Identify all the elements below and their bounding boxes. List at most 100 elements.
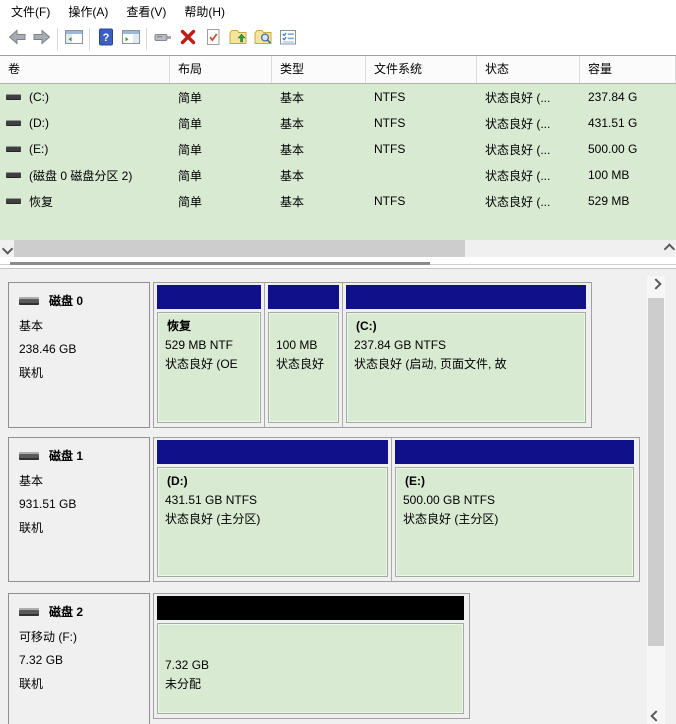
- folder-up-icon: [228, 27, 248, 50]
- help-button[interactable]: ?: [93, 26, 118, 51]
- partition-e[interactable]: (E:) 500.00 GB NTFS 状态良好 (主分区): [391, 438, 637, 581]
- horizontal-scrollbar-thumb[interactable]: [14, 240, 465, 257]
- toolbar-separator: [89, 28, 90, 50]
- partition-title: (C:): [354, 317, 578, 336]
- partition-color-bar: [157, 440, 388, 464]
- toolbar-separator: [57, 28, 58, 50]
- table-row-disk0-partition2[interactable]: (磁盘 0 磁盘分区 2) 简单 基本 状态良好 (... 100 MB: [0, 162, 676, 188]
- vertical-scrollbar-thumb[interactable]: [648, 298, 664, 646]
- volume-icon: [6, 120, 21, 126]
- partition-info: 431.51 GB NTFS: [165, 491, 380, 510]
- disk-kind: 可移动 (F:): [19, 628, 145, 645]
- check-document-icon: [203, 27, 223, 50]
- folder-search-button[interactable]: [250, 26, 275, 51]
- partition-d[interactable]: (D:) 431.51 GB NTFS 状态良好 (主分区): [154, 438, 391, 581]
- volume-status: 状态良好 (...: [477, 141, 580, 158]
- partition-status: 状态良好: [276, 355, 331, 374]
- partition-c[interactable]: (C:) 237.84 GB NTFS 状态良好 (启动, 页面文件, 故: [342, 283, 589, 427]
- volume-layout: 简单: [170, 89, 272, 106]
- vertical-scrollbar[interactable]: [647, 276, 665, 724]
- partition-title: 恢复: [165, 317, 253, 336]
- table-row-volume-c[interactable]: (C:) 简单 基本 NTFS 状态良好 (... 237.84 G: [0, 84, 676, 110]
- volume-capacity: 100 MB: [580, 168, 676, 182]
- disk1-info-card[interactable]: 磁盘 1 基本 931.51 GB 联机: [8, 437, 150, 582]
- volume-name: 恢复: [29, 193, 53, 210]
- menu-view[interactable]: 查看(V): [117, 0, 175, 23]
- partition-color-bar: [157, 285, 261, 309]
- check-document-button[interactable]: [200, 26, 225, 51]
- disk-icon: [19, 297, 39, 305]
- volume-name: (磁盘 0 磁盘分区 2): [29, 167, 132, 184]
- partition-info: 100 MB: [276, 336, 331, 355]
- partition-unallocated[interactable]: 7.32 GB 未分配: [154, 594, 467, 718]
- table-row-recovery[interactable]: 恢复 简单 基本 NTFS 状态良好 (... 529 MB: [0, 188, 676, 214]
- disk-size: 931.51 GB: [19, 497, 145, 511]
- disk2-info-card[interactable]: 磁盘 2 可移动 (F:) 7.32 GB 联机: [8, 593, 150, 724]
- volume-table-header: 卷 布局 类型 文件系统 状态 容量: [0, 56, 676, 84]
- console-tree-button[interactable]: [61, 26, 86, 51]
- delete-button[interactable]: [175, 26, 200, 51]
- splitter-grip: [10, 262, 430, 265]
- volume-status: 状态良好 (...: [477, 193, 580, 210]
- scroll-up-button[interactable]: [647, 276, 665, 292]
- folder-search-icon: [253, 27, 273, 50]
- volume-layout: 简单: [170, 167, 272, 184]
- pane-splitter[interactable]: [0, 257, 676, 268]
- volume-icon: [6, 94, 21, 100]
- partition-title: [276, 317, 331, 336]
- partition-color-bar: [268, 285, 339, 309]
- device-button[interactable]: [150, 26, 175, 51]
- chevron-up-icon: [650, 278, 661, 289]
- volume-filesystem: NTFS: [366, 142, 477, 156]
- column-header-status[interactable]: 状态: [477, 56, 580, 83]
- properties-list-button[interactable]: [275, 26, 300, 51]
- volume-type: 基本: [272, 193, 366, 210]
- partition-info: 237.84 GB NTFS: [354, 336, 578, 355]
- disk-status: 联机: [19, 675, 145, 692]
- volume-type: 基本: [272, 115, 366, 132]
- partition-info: 500.00 GB NTFS: [403, 491, 626, 510]
- menu-action[interactable]: 操作(A): [59, 0, 117, 23]
- column-header-layout[interactable]: 布局: [170, 56, 272, 83]
- back-button[interactable]: [4, 26, 29, 51]
- scroll-down-button[interactable]: [647, 708, 665, 724]
- device-icon: [153, 27, 173, 50]
- chevron-left-icon: [1, 243, 12, 254]
- console-tree-icon: [64, 27, 84, 50]
- horizontal-scrollbar[interactable]: [0, 240, 676, 257]
- column-header-volume[interactable]: 卷: [0, 56, 170, 83]
- volume-name: (C:): [29, 90, 49, 104]
- show-console-icon: [121, 27, 141, 50]
- partition-title: (D:): [165, 472, 380, 491]
- disk-icon: [19, 452, 39, 460]
- disk-graphical-pane: 磁盘 0 基本 238.46 GB 联机 恢复 529 MB NTF 状态良好 …: [0, 268, 676, 724]
- disk-size: 7.32 GB: [19, 653, 145, 667]
- volume-status: 状态良好 (...: [477, 89, 580, 106]
- disk-name: 磁盘 0: [49, 292, 83, 309]
- partition-system-100mb[interactable]: 100 MB 状态良好: [264, 283, 342, 427]
- table-row-volume-d[interactable]: (D:) 简单 基本 NTFS 状态良好 (... 431.51 G: [0, 110, 676, 136]
- table-row-volume-e[interactable]: (E:) 简单 基本 NTFS 状态良好 (... 500.00 G: [0, 136, 676, 162]
- volume-type: 基本: [272, 89, 366, 106]
- show-console-button[interactable]: [118, 26, 143, 51]
- properties-list-icon: [278, 27, 298, 50]
- chevron-down-icon: [650, 710, 661, 721]
- column-header-type[interactable]: 类型: [272, 56, 366, 83]
- folder-up-button[interactable]: [225, 26, 250, 51]
- forward-button[interactable]: [29, 26, 54, 51]
- scroll-right-button[interactable]: [659, 240, 676, 257]
- disk0-info-card[interactable]: 磁盘 0 基本 238.46 GB 联机: [8, 282, 150, 428]
- volume-capacity: 529 MB: [580, 194, 676, 208]
- column-header-filesystem[interactable]: 文件系统: [366, 56, 477, 83]
- volume-capacity: 431.51 G: [580, 116, 676, 130]
- toolbar: ?: [0, 22, 676, 56]
- column-header-capacity[interactable]: 容量: [580, 56, 676, 83]
- partition-title: (E:): [403, 472, 626, 491]
- partition-info: 529 MB NTF: [165, 336, 253, 355]
- disk-icon: [19, 608, 39, 616]
- volume-status: 状态良好 (...: [477, 167, 580, 184]
- menu-file[interactable]: 文件(F): [2, 0, 59, 23]
- disk-kind: 基本: [19, 472, 145, 489]
- partition-recovery[interactable]: 恢复 529 MB NTF 状态良好 (OE: [154, 283, 264, 427]
- menu-help[interactable]: 帮助(H): [175, 0, 234, 23]
